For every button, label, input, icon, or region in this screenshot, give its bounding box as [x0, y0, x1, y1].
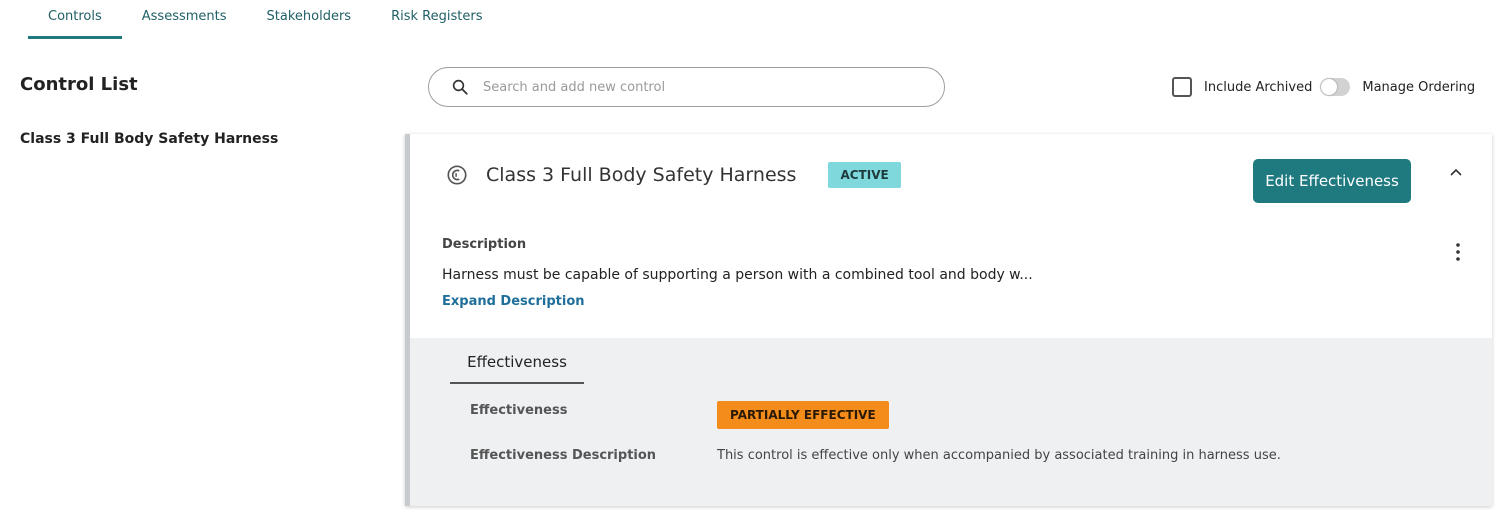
expand-description-link[interactable]: Expand Description: [442, 294, 585, 309]
tab-risk-registers[interactable]: Risk Registers: [371, 0, 502, 39]
description-label: Description: [442, 237, 527, 252]
control-title: Class 3 Full Body Safety Harness: [486, 164, 797, 186]
tab-assessments[interactable]: Assessments: [122, 0, 247, 39]
description-text: Harness must be capable of supporting a …: [442, 267, 1033, 283]
status-badge: ACTIVE: [828, 162, 901, 188]
effectiveness-panel: Effectiveness Effectiveness PARTIALLY EF…: [410, 338, 1492, 506]
edit-effectiveness-button[interactable]: Edit Effectiveness: [1253, 159, 1411, 203]
manage-ordering-toggle[interactable]: [1320, 78, 1351, 96]
manage-ordering-label: Manage Ordering: [1362, 79, 1476, 95]
tab-stakeholders[interactable]: Stakeholders: [247, 0, 372, 39]
control-list-title: Control List: [20, 74, 138, 95]
control-icon: [447, 165, 467, 185]
search-input[interactable]: [483, 79, 903, 95]
effectiveness-badge: PARTIALLY EFFECTIVE: [717, 401, 889, 429]
effectiveness-description-text: This control is effective only when acco…: [717, 448, 1281, 463]
search-icon: [452, 79, 468, 95]
effectiveness-label: Effectiveness: [470, 403, 568, 418]
chevron-up-icon[interactable]: [1446, 164, 1466, 182]
include-archived-label: Include Archived: [1204, 79, 1313, 95]
more-options-icon[interactable]: [1452, 242, 1464, 262]
toggle-knob: [1321, 79, 1338, 95]
search-bar[interactable]: [428, 67, 945, 107]
control-header: Class 3 Full Body Safety Harness ACTIVE: [446, 162, 901, 188]
effectiveness-description-label: Effectiveness Description: [470, 448, 657, 463]
tab-effectiveness[interactable]: Effectiveness: [450, 338, 584, 384]
control-card: Class 3 Full Body Safety Harness ACTIVE …: [405, 134, 1492, 506]
control-list-item[interactable]: Class 3 Full Body Safety Harness: [20, 131, 278, 147]
include-archived-checkbox[interactable]: [1172, 77, 1192, 97]
list-options: Include Archived Manage Ordering: [1172, 77, 1475, 97]
tab-controls[interactable]: Controls: [28, 0, 122, 39]
tab-bar: Controls Assessments Stakeholders Risk R…: [28, 0, 502, 40]
